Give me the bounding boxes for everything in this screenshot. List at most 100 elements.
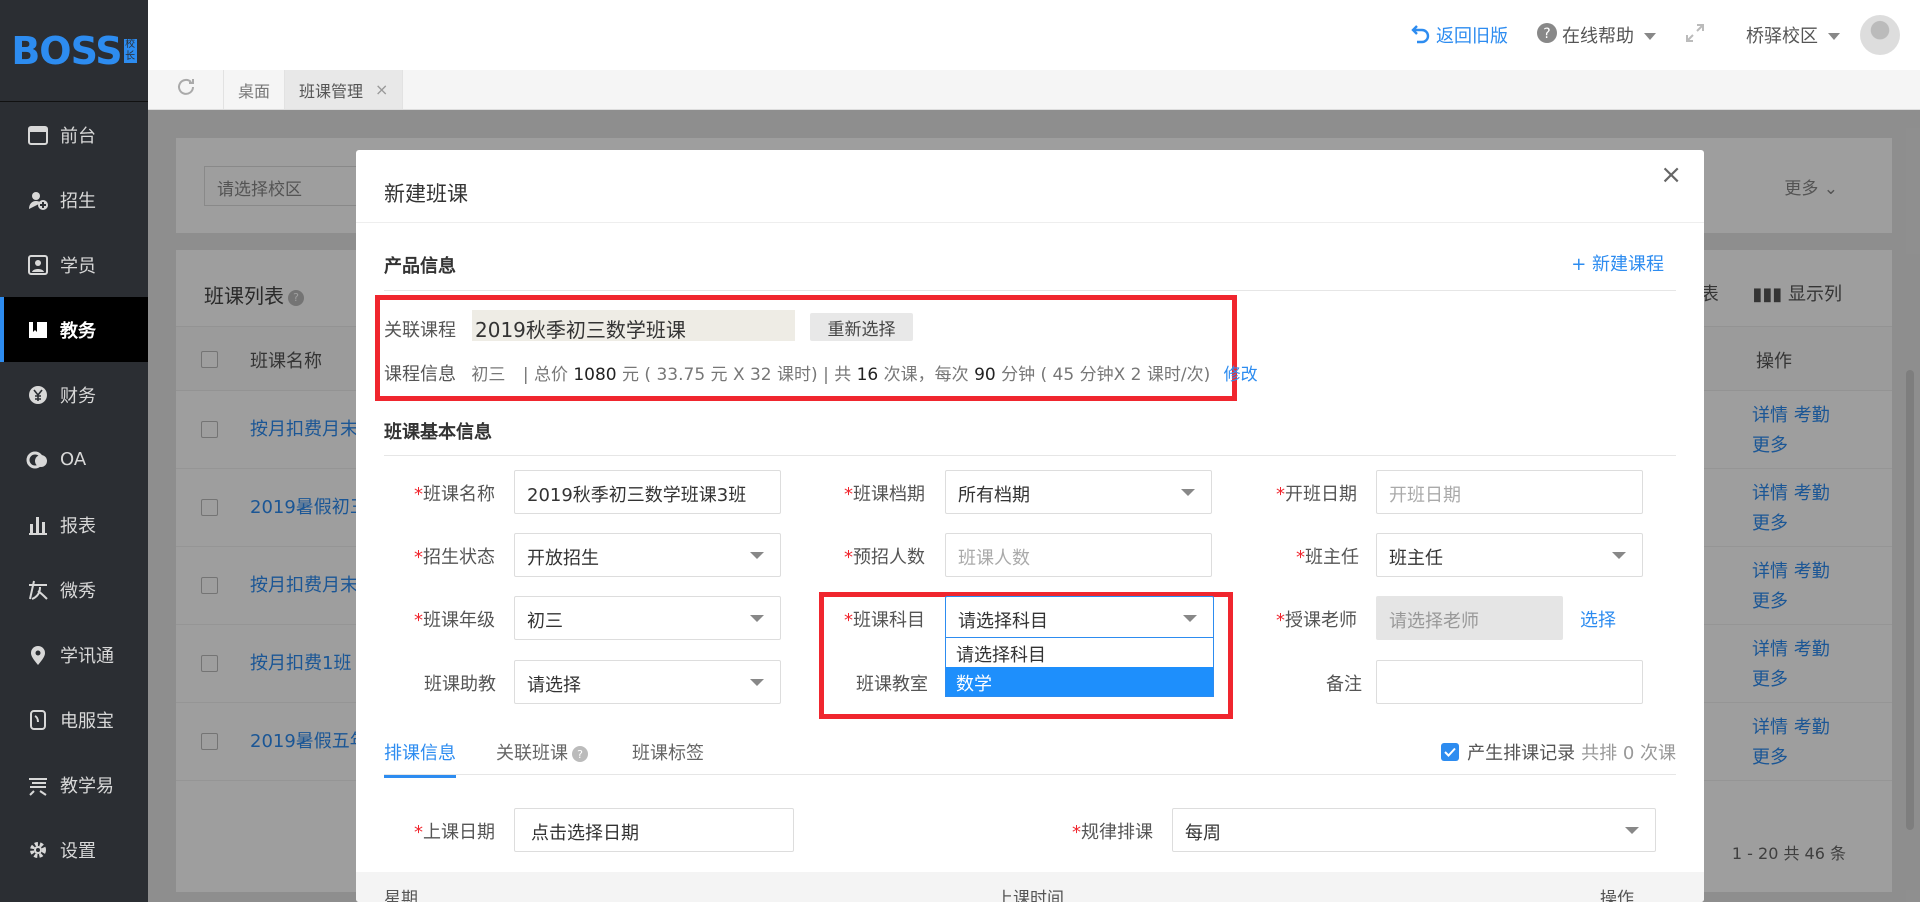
chevron-down-icon — [1181, 489, 1195, 496]
sidebar-item-front-desk[interactable]: 前台 — [0, 102, 148, 167]
column-header-operation: 操作 — [1600, 889, 1634, 902]
subject-option[interactable]: 请选择科目 — [946, 638, 1213, 667]
teach-icon — [26, 773, 50, 797]
classroom-label: 班课教室 — [856, 674, 928, 695]
sidebar-item-label: 电服宝 — [60, 710, 114, 732]
course-info-text: 次课，每次 — [883, 365, 969, 385]
sidebar-item-weixiu[interactable]: 微秀 — [0, 557, 148, 622]
close-icon[interactable]: × — [375, 80, 388, 99]
grade-select[interactable]: 初三 — [514, 596, 781, 640]
remark-label: 备注 — [1326, 674, 1362, 695]
online-help-dropdown[interactable]: ? 在线帮助 — [1536, 22, 1656, 49]
refresh-icon — [175, 76, 197, 103]
tab-desk[interactable]: 桌面 — [224, 70, 286, 109]
class-date-input[interactable]: 点击选择日期 — [514, 808, 794, 852]
assistant-select[interactable]: 请选择 — [514, 660, 781, 704]
gear-icon — [26, 838, 50, 862]
generate-record-checkbox[interactable]: 产生排课记录 共排 0 次课 — [1441, 739, 1676, 765]
avatar[interactable] — [1860, 15, 1900, 55]
start-date-input[interactable]: 开班日期 — [1376, 470, 1643, 514]
chevron-down-icon — [1183, 615, 1197, 622]
class-name-input[interactable]: 2019秋季初三数学班课3班 — [514, 470, 781, 514]
expand-icon — [1684, 22, 1706, 49]
sidebar-item-settings[interactable]: 设置 — [0, 817, 148, 882]
chevron-down-icon — [750, 552, 764, 559]
tab-schedule[interactable]: 排课信息 — [384, 739, 456, 778]
sidebar-item-label: 教学易 — [60, 775, 114, 797]
remark-input[interactable] — [1376, 660, 1643, 704]
term-select[interactable]: 所有档期 — [945, 470, 1212, 514]
assistant-label: 班课助教 — [424, 674, 496, 695]
top-header: 返回旧版 ? 在线帮助 桥驿校区 — [148, 0, 1920, 70]
sidebar: BOSS 校长 前台 招生 学员 教务 财务 OA 报表 微秀 学讯通 电服宝 — [0, 0, 148, 902]
new-course-button[interactable]: + 新建课程 — [1571, 250, 1664, 276]
wei-xiu-icon — [26, 578, 50, 602]
edit-course-link[interactable]: 修改 — [1224, 365, 1258, 385]
new-class-modal: 新建班课 × 产品信息 + 新建课程 关联课程 2019秋季初三数学班课 重新选… — [356, 150, 1704, 902]
teacher-label: *授课老师 — [1276, 610, 1357, 631]
logo-sub: 校长 — [123, 38, 137, 63]
close-icon[interactable]: × — [1660, 160, 1682, 190]
subject-option-selected[interactable]: 数学 — [946, 667, 1213, 696]
planned-count-input[interactable]: 班课人数 — [945, 533, 1212, 577]
column-header-weekday: 星期 — [384, 889, 418, 902]
logo: BOSS 校长 — [0, 0, 148, 102]
tab-class-management-label: 班课管理 — [299, 81, 364, 101]
course-times: 16 — [856, 365, 879, 385]
schedule-table-header: 星期 上课时间 操作 — [356, 872, 1704, 902]
book-icon — [26, 318, 50, 342]
modal-header: 新建班课 × — [356, 150, 1704, 223]
sidebar-item-oa[interactable]: OA — [0, 427, 148, 492]
phone-service-icon — [26, 708, 50, 732]
sidebar-item-students[interactable]: 学员 — [0, 232, 148, 297]
svg-text:?: ? — [1543, 26, 1550, 42]
sidebar-item-label: 学员 — [60, 255, 96, 277]
sidebar-item-finance[interactable]: 财务 — [0, 362, 148, 427]
page-tab-bar: 桌面 班课管理 × — [148, 70, 1920, 110]
oa-icon — [26, 448, 50, 472]
refresh-button[interactable] — [148, 70, 224, 109]
schedule-count: 共排 0 次课 — [1581, 743, 1676, 764]
fullscreen-button[interactable] — [1684, 22, 1706, 49]
tab-linked-class[interactable]: 关联班课? — [496, 739, 588, 765]
sidebar-item-dianfubao[interactable]: 电服宝 — [0, 687, 148, 752]
chevron-down-icon — [1612, 552, 1626, 559]
sidebar-item-academic[interactable]: 教务 — [0, 297, 148, 362]
enroll-status-label: *招生状态 — [414, 547, 495, 568]
chevron-down-icon — [1828, 25, 1840, 46]
bar-chart-icon — [26, 513, 50, 537]
yen-icon — [26, 383, 50, 407]
chevron-down-icon — [1625, 827, 1639, 834]
head-teacher-select[interactable]: 班主任 — [1376, 533, 1643, 577]
sidebar-item-label: 招生 — [60, 190, 96, 212]
class-name-label: *班课名称 — [414, 484, 495, 505]
question-circle-icon: ? — [572, 746, 588, 762]
linked-course-field[interactable]: 2019秋季初三数学班课 — [472, 310, 795, 342]
tab-class-management[interactable]: 班课管理 × — [285, 70, 404, 109]
teacher-input[interactable]: 请选择老师 — [1376, 596, 1563, 640]
subject-dropdown-list: 请选择科目 数学 — [945, 637, 1214, 697]
select-teacher-button[interactable]: 选择 — [1580, 606, 1616, 632]
course-minutes: 90 — [974, 365, 996, 385]
reselect-button[interactable]: 重新选择 — [810, 313, 913, 341]
campus-label: 桥驿校区 — [1746, 26, 1818, 47]
rule-schedule-select[interactable]: 每周 — [1172, 808, 1656, 852]
divider — [384, 455, 1676, 456]
subject-select[interactable]: 请选择科目 — [945, 596, 1214, 640]
student-card-icon — [26, 253, 50, 277]
campus-dropdown[interactable]: 桥驿校区 — [1746, 22, 1840, 48]
back-old-version-link[interactable]: 返回旧版 — [1410, 22, 1508, 49]
question-circle-icon: ? — [1536, 22, 1558, 49]
sidebar-item-enroll[interactable]: 招生 — [0, 167, 148, 232]
sidebar-item-reports[interactable]: 报表 — [0, 492, 148, 557]
course-info-grade: 初三 — [471, 365, 506, 385]
divider — [384, 290, 1676, 291]
sidebar-item-jiaoxueyi[interactable]: 教学易 — [0, 752, 148, 817]
enroll-status-select[interactable]: 开放招生 — [514, 533, 781, 577]
subject-label: *班课科目 — [844, 610, 925, 631]
basic-section-title: 班课基本信息 — [384, 422, 492, 443]
sidebar-item-label: 报表 — [60, 515, 96, 537]
class-date-label: *上课日期 — [414, 822, 495, 843]
sidebar-item-xuexuntong[interactable]: 学讯通 — [0, 622, 148, 687]
tab-class-tags[interactable]: 班课标签 — [632, 739, 704, 765]
